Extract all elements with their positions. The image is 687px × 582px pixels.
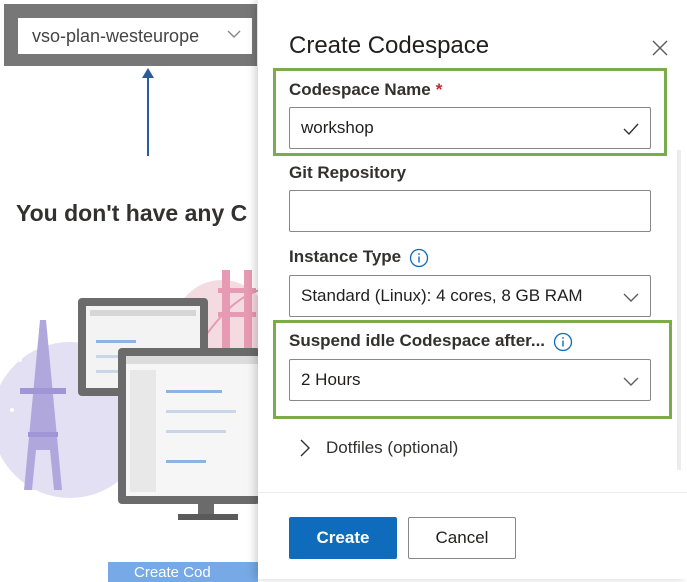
create-codespace-button-partial[interactable]: Create Cod [108, 562, 258, 582]
footer-divider [258, 492, 687, 493]
plan-select[interactable]: vso-plan-westeurope [18, 18, 252, 54]
suspend-field-highlight [273, 320, 672, 419]
chevron-down-icon [623, 293, 639, 302]
create-codespace-panel: Create Codespace Codespace Name * worksho… [258, 0, 687, 579]
info-icon[interactable] [409, 248, 429, 268]
git-repository-label: Git Repository [289, 163, 407, 182]
empty-state-illustration [0, 270, 260, 520]
cancel-button[interactable]: Cancel [408, 517, 516, 559]
dotfiles-label: Dotfiles (optional) [326, 438, 459, 457]
scrollbar[interactable] [677, 150, 681, 470]
name-field-highlight [273, 68, 667, 156]
close-icon[interactable] [650, 38, 670, 58]
instance-type-select[interactable]: Standard (Linux): 4 cores, 8 GB RAM [289, 275, 651, 317]
instance-type-label: Instance Type [289, 247, 429, 268]
dotfiles-expander[interactable]: Dotfiles (optional) [298, 438, 458, 458]
plan-select-value: vso-plan-westeurope [32, 25, 200, 46]
panel-title: Create Codespace [289, 32, 490, 59]
plan-select-highlight: vso-plan-westeurope [4, 4, 257, 66]
arrow-line [147, 76, 149, 156]
chevron-right-icon [300, 439, 310, 457]
instance-type-value: Standard (Linux): 4 cores, 8 GB RAM [301, 286, 583, 305]
empty-state-heading: You don't have any C [16, 200, 248, 226]
create-button[interactable]: Create [289, 517, 397, 559]
chevron-down-icon [227, 30, 241, 38]
git-repository-input[interactable] [289, 190, 651, 232]
